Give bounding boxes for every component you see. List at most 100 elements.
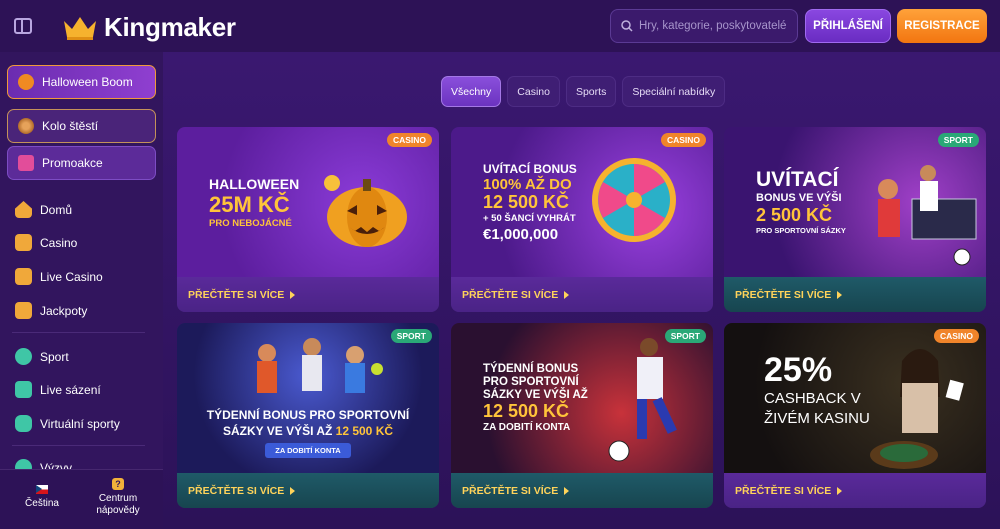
sidebar-item-kolo-stesti[interactable]: Kolo štěstí xyxy=(7,109,156,143)
promo-banner-image: CASINO HALLOWEEN 25M KČ PRO NEBOJÁCNÉ xyxy=(177,127,439,277)
read-more-label: PŘEČTĚTE SI VÍCE xyxy=(735,484,832,497)
sidebar-item-label: Casino xyxy=(40,235,78,250)
jackpot-777-icon xyxy=(15,302,32,319)
category-badge: SPORT xyxy=(390,329,432,343)
gift-icon xyxy=(18,155,34,171)
sidebar-item-label: Sport xyxy=(40,349,69,364)
promo-line-group: SÁZKY VE VÝŠI AŽ 12 500 KČ xyxy=(177,424,439,438)
promo-line: 100% AŽ DO xyxy=(483,176,572,193)
sidebar-item-halloween-boom[interactable]: Halloween Boom xyxy=(7,65,156,99)
read-more-link[interactable]: PŘEČTĚTE SI VÍCE xyxy=(724,277,986,312)
wheel-icon xyxy=(18,118,34,134)
promo-banner-image: CASINO UVÍTACÍ BONUS 100% AŽ DO 12 500 K… xyxy=(451,127,713,277)
promo-card-cashback[interactable]: CASINO 25% CASHBACK V ŽIVÉM KASINU PŘEČT… xyxy=(724,323,986,508)
filter-tab-all[interactable]: Všechny xyxy=(441,76,502,107)
arrow-right-icon xyxy=(564,290,570,299)
filter-tab-sports[interactable]: Sports xyxy=(565,76,617,107)
read-more-label: PŘEČTĚTE SI VÍCE xyxy=(188,484,285,497)
read-more-link[interactable]: PŘEČTĚTE SI VÍCE xyxy=(451,277,713,312)
arrow-right-icon xyxy=(837,486,843,495)
promo-line: BONUS VE VÝŠI xyxy=(756,192,842,204)
promo-line: HALLOWEEN xyxy=(209,176,300,192)
sidebar-item-virtualni-sporty[interactable]: Virtuální sporty xyxy=(15,415,120,432)
promo-line: TÝDENNÍ BONUS PRO SPORTOVNÍ xyxy=(206,408,410,422)
promo-line: 12 500 KČ xyxy=(335,424,394,438)
arrow-right-icon xyxy=(290,486,296,495)
prize-wheel-icon xyxy=(592,158,676,242)
slot-machine-icon xyxy=(15,234,32,251)
promo-card-weekly-sport-1[interactable]: SPORT TÝDENNÍ BONUS PRO SPORTOVNÍ SÁZKY … xyxy=(177,323,439,508)
czech-flag-icon xyxy=(36,485,48,494)
sidebar-item-label: Live Casino xyxy=(40,269,103,284)
brand-logo[interactable]: Kingmaker xyxy=(62,12,236,43)
footballer-illustration xyxy=(608,338,677,462)
football-icon xyxy=(15,348,32,365)
help-label-line2: nápovědy xyxy=(96,505,140,516)
pumpkin-icon xyxy=(324,175,407,247)
pumpkin-icon xyxy=(18,74,34,90)
dealer-illustration xyxy=(870,349,964,469)
search-input[interactable] xyxy=(639,20,789,32)
sidebar-item-label: Domů xyxy=(40,202,73,217)
sidebar-item-label: Halloween Boom xyxy=(42,75,133,89)
sidebar-item-sport[interactable]: Sport xyxy=(15,348,69,365)
promo-card-welcome-sport[interactable]: SPORT UVÍTACÍ BONUS VE VÝŠI 2 500 KČ PRO… xyxy=(724,127,986,312)
promo-banner-image: CASINO 25% CASHBACK V ŽIVÉM KASINU xyxy=(724,323,986,473)
athletes-illustration xyxy=(257,338,383,393)
sidebar-item-jackpoty[interactable]: Jackpoty xyxy=(15,302,87,319)
promo-line: 12 500 KČ xyxy=(483,401,570,421)
promo-line: ZA DOBITÍ KONTA xyxy=(483,422,571,433)
sidebar-item-label: Jackpoty xyxy=(40,303,88,318)
promo-line: 2 500 KČ xyxy=(756,205,833,225)
promo-line: PRO NEBOJÁCNÉ xyxy=(209,218,292,229)
sidebar: Halloween Boom Kolo štěstí Promoakce Dom… xyxy=(0,52,163,529)
sidebar-item-live-casino[interactable]: Live Casino xyxy=(15,268,103,285)
promo-line: PRO SPORTOVNÍ xyxy=(483,376,579,388)
arrow-right-icon xyxy=(837,290,843,299)
language-selector[interactable]: Čeština xyxy=(20,485,64,509)
athletes-illustration xyxy=(878,165,977,266)
search-icon xyxy=(621,20,633,32)
promo-line: 25M KČ xyxy=(209,192,290,217)
sidebar-divider xyxy=(12,332,145,333)
arrow-right-icon xyxy=(290,290,296,299)
promo-banner-image: SPORT TÝDENNÍ BONUS PRO SPORTOVNÍ SÁZKY … xyxy=(451,323,713,473)
sidebar-item-live-sazeni[interactable]: Live sázení xyxy=(15,381,101,398)
promo-line: 25% xyxy=(764,351,833,389)
login-button[interactable]: PŘIHLÁŠENÍ xyxy=(805,9,891,43)
sidebar-toggle-icon[interactable] xyxy=(14,18,32,34)
promo-line: UVÍTACÍ BONUS xyxy=(483,162,577,176)
register-button[interactable]: REGISTRACE xyxy=(897,9,987,43)
language-label: Čeština xyxy=(25,498,59,509)
promo-banner-image: SPORT TÝDENNÍ BONUS PRO SPORTOVNÍ SÁZKY … xyxy=(177,323,439,473)
filter-tab-casino[interactable]: Casino xyxy=(507,76,560,107)
promo-line: PRO SPORTOVNÍ SÁZKY xyxy=(756,226,846,235)
sidebar-item-home[interactable]: Domů xyxy=(15,201,72,218)
promo-line: CASHBACK V xyxy=(764,390,861,407)
search-box[interactable] xyxy=(610,9,798,43)
promo-card-welcome-casino[interactable]: CASINO UVÍTACÍ BONUS 100% AŽ DO 12 500 K… xyxy=(451,127,713,312)
promo-card-weekly-sport-2[interactable]: SPORT TÝDENNÍ BONUS PRO SPORTOVNÍ SÁZKY … xyxy=(451,323,713,508)
read-more-label: PŘEČTĚTE SI VÍCE xyxy=(462,484,559,497)
sidebar-item-casino[interactable]: Casino xyxy=(15,234,77,251)
home-icon xyxy=(15,201,32,218)
live-play-icon xyxy=(15,381,32,398)
sidebar-item-promoakce[interactable]: Promoakce xyxy=(7,146,156,180)
promo-card-halloween[interactable]: CASINO HALLOWEEN 25M KČ PRO NEBOJÁCNÉ PŘ… xyxy=(177,127,439,312)
read-more-label: PŘEČTĚTE SI VÍCE xyxy=(188,288,285,301)
sidebar-item-label: Kolo štěstí xyxy=(42,119,99,133)
category-badge: SPORT xyxy=(664,329,706,343)
help-icon: ? xyxy=(112,478,124,490)
category-badge: SPORT xyxy=(937,133,979,147)
category-badge: CASINO xyxy=(386,133,432,147)
help-center-link[interactable]: ? Centrum nápovědy xyxy=(88,478,148,517)
filter-tab-special-offers[interactable]: Speciální nabídky xyxy=(622,76,726,107)
help-label-line1: Centrum xyxy=(98,493,138,504)
read-more-link[interactable]: PŘEČTĚTE SI VÍCE xyxy=(724,473,986,508)
read-more-link[interactable]: PŘEČTĚTE SI VÍCE xyxy=(451,473,713,508)
main-content: Všechny Casino Sports Speciální nabídky … xyxy=(163,52,1000,529)
read-more-link[interactable]: PŘEČTĚTE SI VÍCE xyxy=(177,473,439,508)
brand-name: Kingmaker xyxy=(104,12,236,42)
promo-line: UVÍTACÍ xyxy=(756,168,839,191)
read-more-link[interactable]: PŘEČTĚTE SI VÍCE xyxy=(177,277,439,312)
